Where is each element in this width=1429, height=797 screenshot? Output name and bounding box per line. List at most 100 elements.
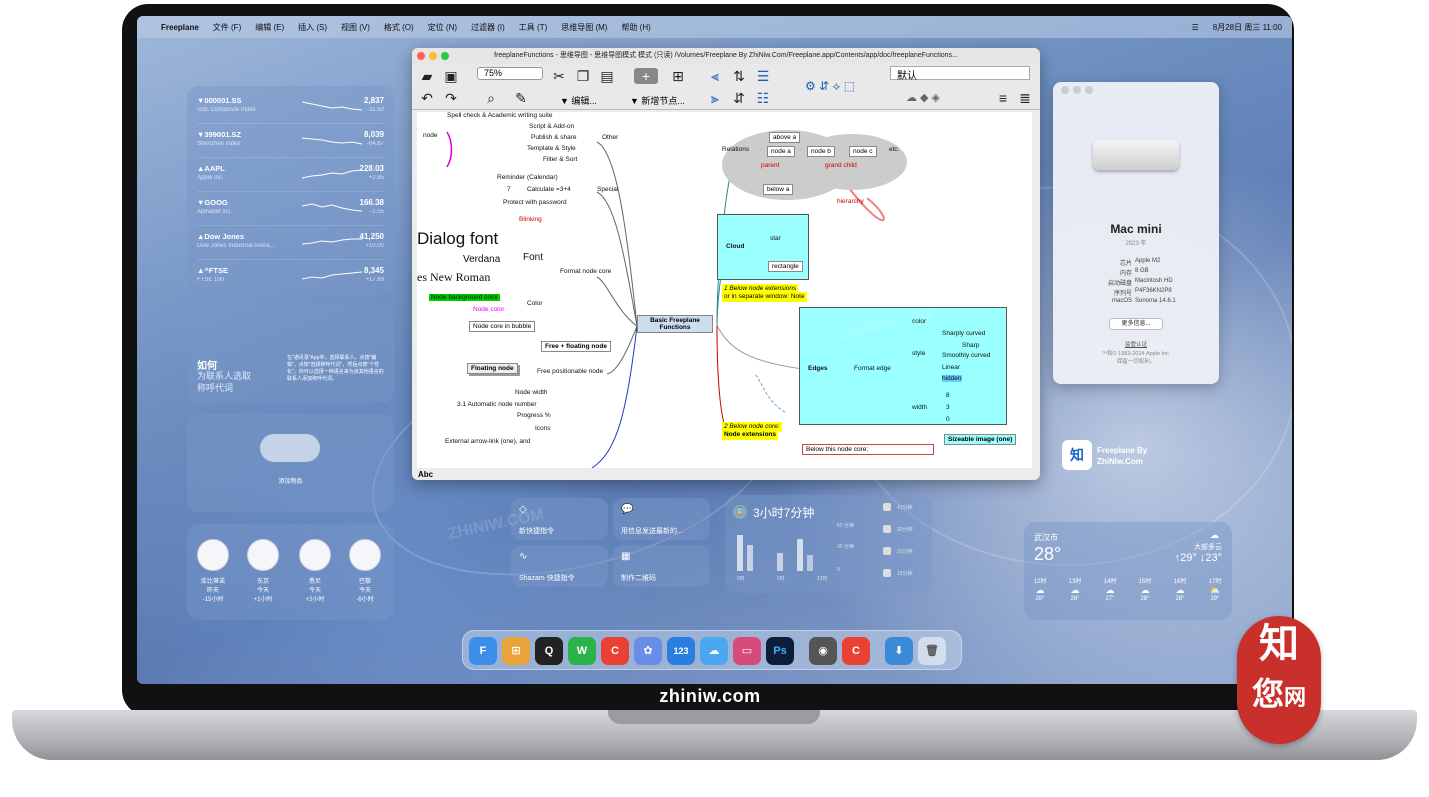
menu-item[interactable]: 过滤器 (I): [471, 22, 505, 33]
app-123-icon[interactable]: 123: [667, 637, 695, 665]
photoshop-icon[interactable]: Ps: [766, 637, 794, 665]
find-items-widget[interactable]: 添加物品: [187, 414, 394, 512]
zoom-select[interactable]: 75%: [477, 67, 543, 80]
edit-menu-button[interactable]: ▼ 编辑...: [560, 94, 597, 107]
search-icon[interactable]: ⌕: [482, 90, 500, 106]
launchpad-icon[interactable]: ⊞: [502, 637, 530, 665]
world-clock-widget[interactable]: 库比蒂诺 昨天 -15小时 东京 今天 +1小时 悉尼 今天 +2小时 巴黎 今天 -6小时: [187, 524, 394, 620]
mindmap-node[interactable]: Sizeable image (one): [944, 434, 1017, 445]
minimize-button[interactable]: [429, 52, 437, 60]
mindmap-node[interactable]: node: [423, 132, 437, 139]
stock-row[interactable]: ▼GOOG Alphabet Inc. 166.38 -1.55: [197, 192, 384, 226]
mindmap-node[interactable]: Publish & share: [531, 134, 577, 141]
mindmap-node[interactable]: 3.1 Automatic node number: [457, 401, 537, 408]
stock-row[interactable]: ▼000001.SS SSE Composite Index 2,837 -11.50: [197, 90, 384, 124]
mindmap-node[interactable]: hidden: [942, 375, 962, 382]
stock-row[interactable]: ▲Dow Jones Dow Jones Industrial Avera... 4…: [197, 226, 384, 260]
mindmap-node[interactable]: Filter & Sort: [543, 156, 577, 163]
chrome-icon[interactable]: C: [601, 637, 629, 665]
more-info-button[interactable]: 更多信息...: [1109, 318, 1163, 330]
tips-widget[interactable]: 如何 为联系人选取 称呼代词 在"通讯录"App中，选择联系人，点按"编辑"，点…: [187, 305, 394, 403]
finder-icon[interactable]: F: [469, 637, 497, 665]
shortcut-tile[interactable]: 💬 用信息发送最新的...: [613, 498, 710, 540]
shortcut-tile[interactable]: ▦ 制作二维码: [613, 545, 710, 587]
zoom-button[interactable]: [1085, 86, 1093, 94]
mindmap-node[interactable]: above a: [769, 132, 801, 143]
photos-icon[interactable]: ✿: [634, 637, 662, 665]
filter-icon[interactable]: ✎: [512, 90, 530, 106]
mindmap-node[interactable]: etc.: [889, 146, 899, 153]
mindmap-node[interactable]: es New Roman: [417, 270, 490, 285]
mindmap-node[interactable]: 8: [946, 392, 950, 399]
mindmap-node[interactable]: node b: [807, 146, 835, 157]
align-left-icon[interactable]: ≡: [994, 90, 1012, 106]
downloads-icon[interactable]: ⬇: [885, 637, 913, 665]
nova-icon[interactable]: ◉: [809, 637, 837, 665]
layout2-icon[interactable]: ⫸: [706, 90, 724, 106]
cloud-drive-icon[interactable]: ☁: [700, 637, 728, 665]
list2-icon[interactable]: ☷: [754, 90, 772, 106]
close-button[interactable]: [1061, 86, 1069, 94]
books-icon[interactable]: ▭: [733, 637, 761, 665]
regulatory-link[interactable]: 监管认证: [1053, 340, 1219, 348]
mindmap-node[interactable]: Node background color: [429, 294, 501, 301]
mindmap-root-node[interactable]: Basic Freeplane Functions: [637, 315, 713, 333]
mindmap-node[interactable]: parent: [761, 162, 779, 169]
menu-item[interactable]: 视图 (V): [341, 22, 370, 33]
add-child-icon[interactable]: +: [634, 68, 658, 84]
mindmap-node[interactable]: Format node core: [560, 268, 611, 275]
cloud-tools-icons[interactable]: ☁ ◆ ◈: [888, 90, 958, 106]
qq-icon[interactable]: Q: [535, 637, 563, 665]
menu-item[interactable]: 文件 (F): [213, 22, 241, 33]
mindmap-node[interactable]: Format edge: [854, 365, 891, 372]
mindmap-node[interactable]: node a: [767, 146, 795, 157]
shortcut-tile[interactable]: ∿ Shazam 快捷指令: [511, 545, 608, 587]
mindmap-node[interactable]: node c: [849, 146, 877, 157]
mindmap-node[interactable]: hierarchy: [837, 198, 864, 205]
move-up-icon[interactable]: ⇅: [730, 68, 748, 84]
mindmap-node[interactable]: rectangle: [768, 261, 803, 272]
menu-item[interactable]: 工具 (T): [519, 22, 547, 33]
mindmap-node[interactable]: Script & Add-on: [529, 123, 574, 130]
mindmap-node[interactable]: Below this node core:: [802, 444, 934, 455]
mindmap-node[interactable]: Smoothly curved: [942, 352, 990, 359]
mindmap-node[interactable]: Sharply curved: [942, 330, 985, 337]
mindmap-node[interactable]: Relations: [722, 146, 749, 153]
app-menu[interactable]: Freeplane: [161, 23, 199, 32]
about-this-mac-window[interactable]: Mac mini 2023 年 芯片 Apple M2 内存 8 GB 启动磁盘 Ma…: [1053, 82, 1219, 384]
stock-row[interactable]: ▲^FTSE FTSE 100 8,345 +17.69: [197, 260, 384, 294]
menubar-clock[interactable]: 8月28日 周三 11:00: [1213, 22, 1282, 33]
mindmap-node[interactable]: Other: [602, 134, 618, 141]
mindmap-node[interactable]: grand child: [825, 162, 857, 169]
mindmap-note[interactable]: or in separate window: Note: [722, 292, 807, 302]
cut-icon[interactable]: ✂: [550, 68, 568, 84]
menu-item[interactable]: 编辑 (E): [255, 22, 284, 33]
wechat-icon[interactable]: W: [568, 637, 596, 665]
copy-icon[interactable]: ❐: [574, 68, 592, 84]
mindmap-node[interactable]: Sharp: [962, 342, 979, 349]
mindmap-node[interactable]: Font: [523, 252, 543, 263]
mindmap-node[interactable]: width: [912, 404, 927, 411]
screen-time-widget[interactable]: ⌛ 3小时7分钟 60 分钟 30 分钟 0 0时 6时 12时 41分钟 30…: [725, 495, 932, 593]
mindmap-node[interactable]: Reminder (Calendar): [497, 174, 558, 181]
mindmap-node[interactable]: 0: [946, 416, 950, 423]
freeplane-window[interactable]: freeplaneFunctions - 思维导图 - 思维导图模式 模式 (只…: [412, 48, 1040, 480]
move-down-icon[interactable]: ⇵: [730, 90, 748, 106]
menu-item[interactable]: 帮助 (H): [621, 22, 650, 33]
align-right-icon[interactable]: ≣: [1016, 90, 1034, 106]
mindmap-node[interactable]: Spell check & Academic writing suite: [447, 112, 553, 119]
list-icon[interactable]: ☰: [754, 68, 772, 84]
mindmap-canvas[interactable]: Spell check & Academic writing suite nod…: [417, 112, 1032, 468]
layout-icon[interactable]: ⫷: [706, 68, 724, 84]
mindmap-node[interactable]: Calculate =3+4: [527, 186, 571, 193]
mindmap-node[interactable]: Special: [597, 186, 618, 193]
menu-item[interactable]: 定位 (N): [428, 22, 457, 33]
mindmap-node[interactable]: Protect with password: [503, 199, 567, 206]
mindmap-node[interactable]: Linear: [942, 364, 960, 371]
close-button[interactable]: [417, 52, 425, 60]
mindmap-node[interactable]: Cloud: [726, 243, 744, 250]
mindmap-node[interactable]: Node core in bubble: [469, 321, 536, 332]
mindmap-node[interactable]: Free + floating node: [541, 341, 611, 352]
mindmap-node[interactable]: Color: [527, 300, 543, 307]
control-center-icon[interactable]: ☰: [1192, 23, 1199, 32]
